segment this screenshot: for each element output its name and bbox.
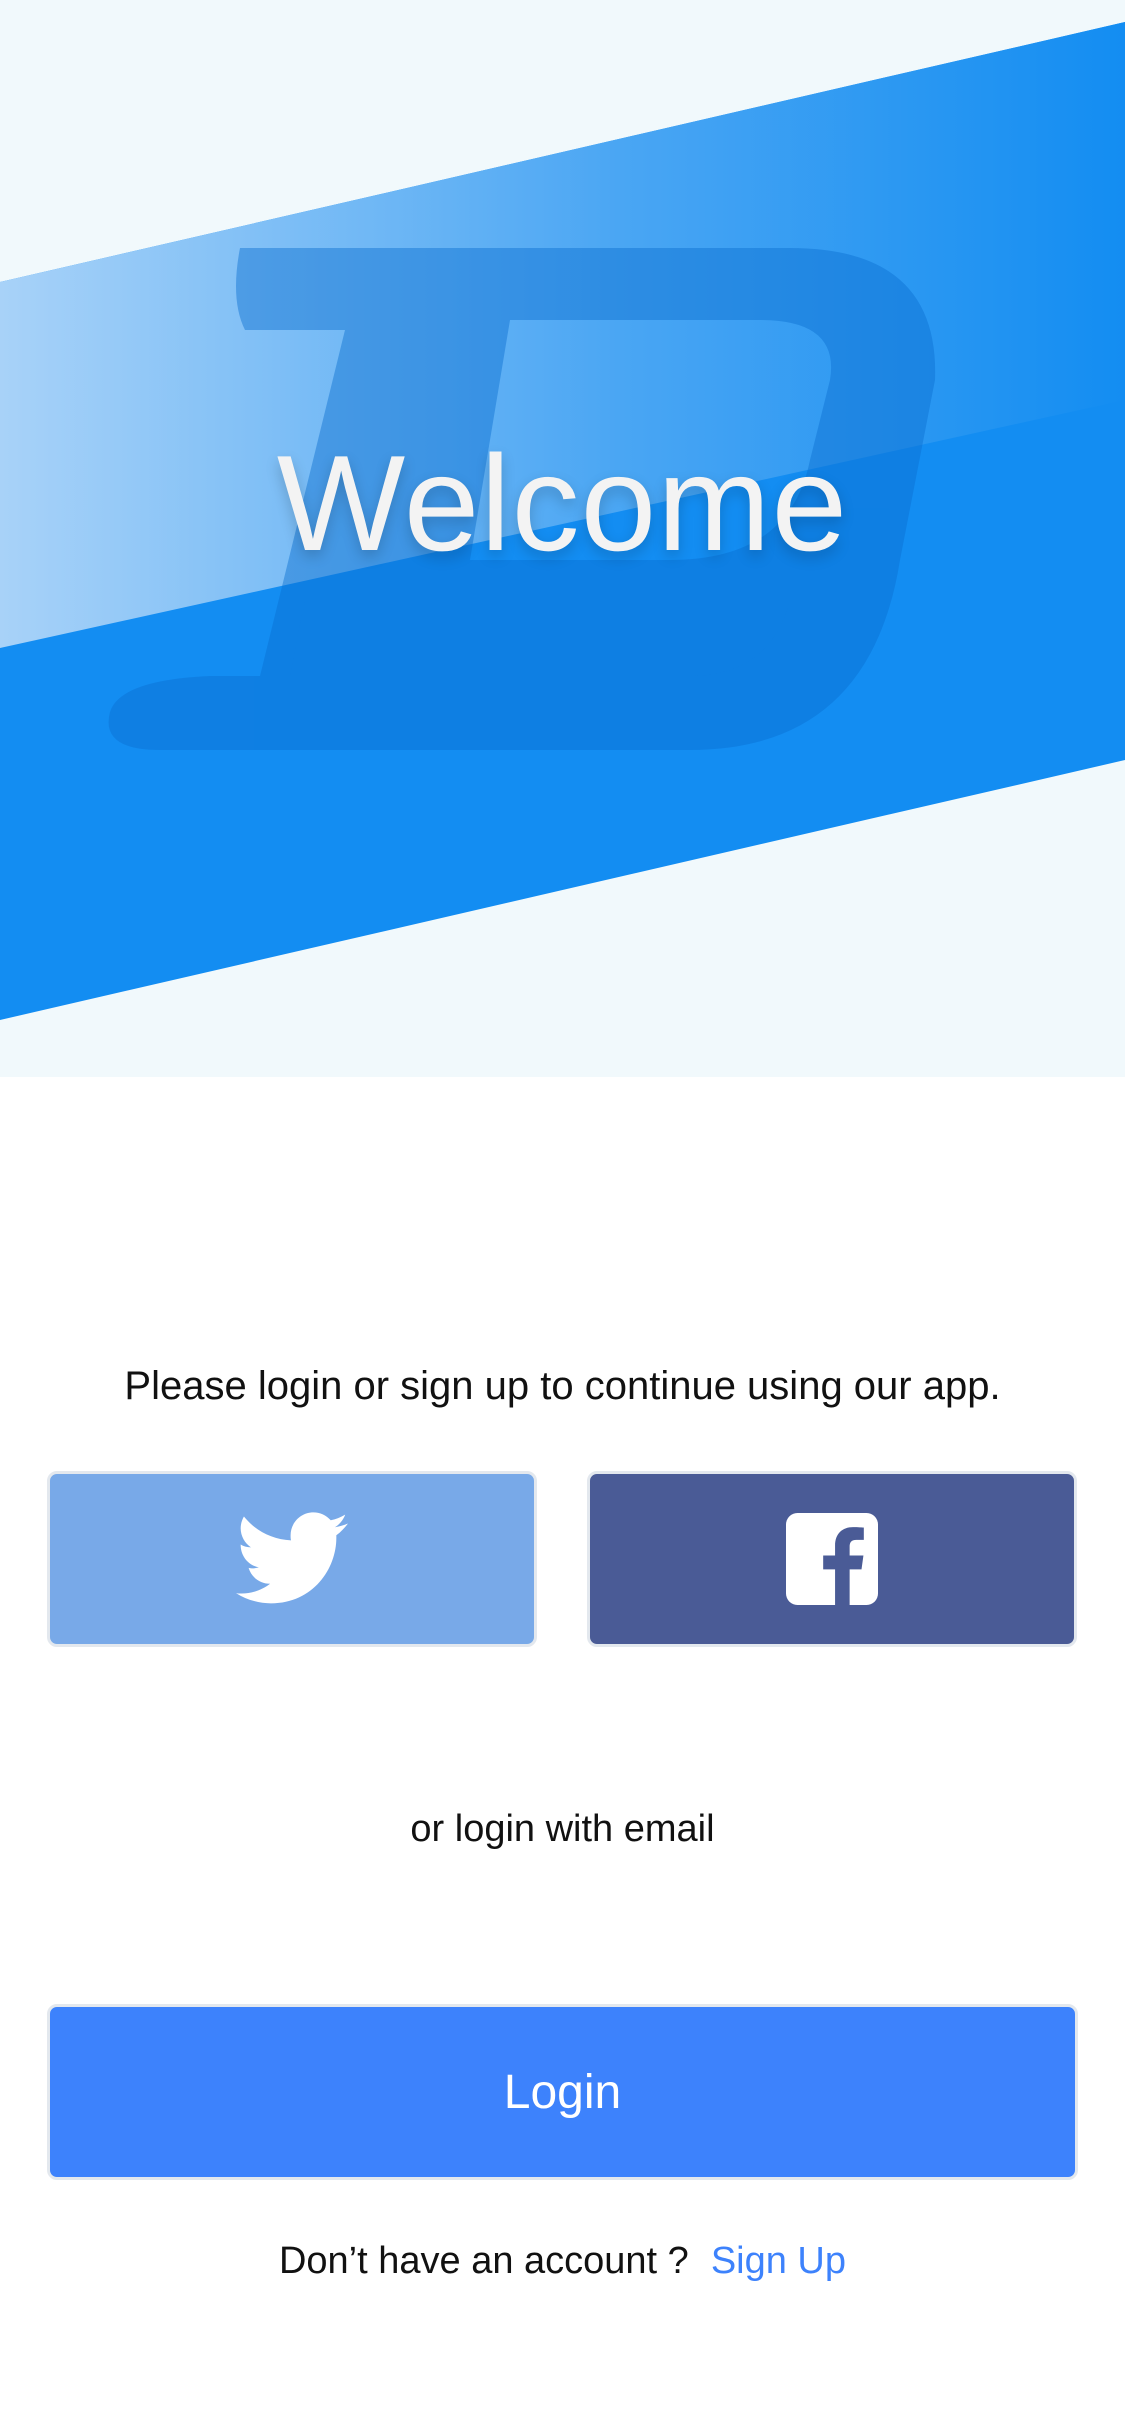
or-login-with-email-text: or login with email (410, 1808, 715, 1850)
signup-question-text: Don’t have an account ? (278, 2240, 689, 2282)
signup-prompt: Don’t have an account ? Sign Up (0, 2242, 1125, 2280)
login-button[interactable]: Login (47, 2004, 1078, 2180)
login-screen: Welcome Please login or sign up to conti… (0, 0, 1125, 2436)
twitter-login-button[interactable] (47, 1471, 537, 1647)
welcome-title: Welcome (276, 427, 849, 579)
tagline-text: Please login or sign up to continue usin… (124, 1364, 1001, 1408)
twitter-bird-icon (236, 1512, 348, 1604)
facebook-icon (786, 1513, 878, 1605)
sign-up-link[interactable]: Sign Up (711, 2240, 846, 2282)
facebook-login-button[interactable] (587, 1471, 1077, 1647)
hero-banner: Welcome (0, 0, 1125, 1077)
